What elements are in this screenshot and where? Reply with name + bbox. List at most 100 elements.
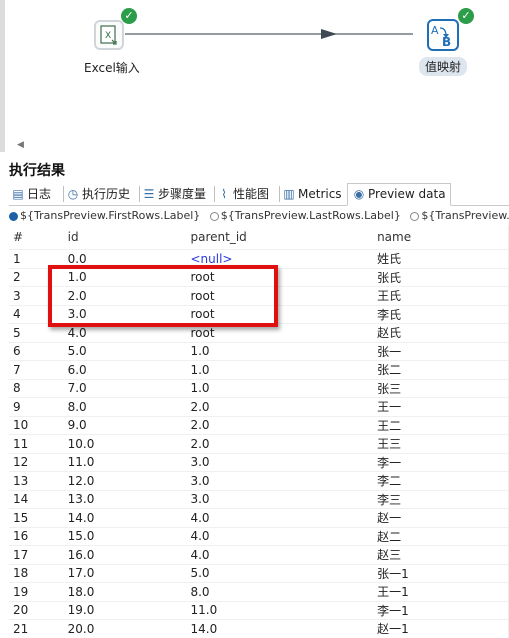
cell-parent-id: 4.0 bbox=[186, 545, 374, 564]
table-row[interactable]: 19 18.0 8.0 王一1 bbox=[9, 582, 509, 601]
tab-log[interactable]: ▤ 日志 bbox=[11, 184, 51, 204]
svg-text:X: X bbox=[105, 31, 111, 41]
table-row[interactable]: 20 19.0 11.0 李一1 bbox=[9, 600, 509, 620]
radio-last-rows[interactable]: ${TransPreview.LastRows.Label} bbox=[209, 209, 401, 221]
cell-parent-id: 3.0 bbox=[186, 471, 374, 490]
radio-other[interactable]: ${TransPreview. bbox=[410, 209, 509, 221]
metrics-icon: ▥ bbox=[283, 187, 295, 201]
row-number: 16 bbox=[9, 526, 64, 546]
cell-name: 张一1 bbox=[373, 563, 509, 583]
radio-label: ${TransPreview.FirstRows.Label} bbox=[20, 209, 201, 221]
row-number: 7 bbox=[9, 360, 64, 379]
step-excel-input[interactable]: X ✓ Excel输入 bbox=[80, 8, 140, 75]
excel-input-icon: X bbox=[94, 20, 124, 50]
cell-name: 李三 bbox=[373, 489, 509, 509]
cell-name: 王一 bbox=[373, 397, 509, 416]
column-header-id[interactable]: id bbox=[64, 225, 187, 250]
cell-id: 20.0 bbox=[63, 619, 187, 638]
tab-label: 执行历史 bbox=[82, 187, 131, 201]
step-value-mapper[interactable]: A B ✓ 值映射 bbox=[415, 8, 475, 78]
tab-label: 日志 bbox=[27, 187, 52, 201]
cell-id: 16.0 bbox=[63, 545, 187, 564]
radio-label: ${TransPreview. bbox=[421, 209, 509, 221]
tab-label: 性能图 bbox=[233, 187, 270, 201]
cell-id: 5.0 bbox=[63, 341, 187, 361]
row-number: 20 bbox=[9, 600, 64, 620]
cell-id: 9.0 bbox=[63, 415, 187, 435]
step-label: 值映射 bbox=[419, 57, 468, 76]
row-number: 13 bbox=[9, 471, 64, 490]
row-number: 11 bbox=[9, 434, 64, 453]
cell-id: 13.0 bbox=[63, 489, 187, 509]
table-header-row: # id parent_id name bbox=[9, 225, 509, 250]
cell-parent-id: 3.0 bbox=[186, 452, 374, 472]
row-number: 8 bbox=[9, 378, 64, 398]
row-number: 10 bbox=[9, 415, 64, 435]
table-row[interactable]: 10 9.0 2.0 王二 bbox=[9, 415, 509, 435]
cell-parent-id: 3.0 bbox=[186, 489, 374, 509]
eye-icon: ◉ bbox=[353, 187, 365, 201]
table-row[interactable]: 14 13.0 3.0 李三 bbox=[9, 489, 509, 509]
table-row[interactable]: 17 16.0 4.0 赵三 bbox=[9, 545, 509, 564]
cell-parent-id: 4.0 bbox=[186, 508, 374, 527]
cell-name: 赵一1 bbox=[373, 619, 509, 638]
table-row[interactable]: 12 11.0 3.0 李一 bbox=[9, 452, 509, 472]
cell-name: 李一1 bbox=[373, 600, 509, 620]
table-row[interactable]: 15 14.0 4.0 赵一 bbox=[9, 508, 509, 527]
cell-name: 王氏 bbox=[373, 286, 509, 305]
row-number: 9 bbox=[9, 397, 64, 416]
radio-first-rows[interactable]: ${TransPreview.FirstRows.Label} bbox=[9, 209, 200, 221]
tab-performance-graph[interactable]: ⌇ 性能图 bbox=[217, 184, 269, 204]
radio-unselected-icon bbox=[410, 211, 420, 221]
hop-arrow[interactable] bbox=[125, 26, 425, 42]
step-label: Excel输入 bbox=[84, 61, 140, 75]
tab-label: Preview data bbox=[368, 187, 446, 201]
tab-preview-data[interactable]: ◉ Preview data bbox=[347, 183, 451, 206]
column-header-rownum[interactable]: # bbox=[9, 225, 64, 250]
row-number: 14 bbox=[9, 489, 64, 509]
success-check-icon: ✓ bbox=[121, 8, 137, 24]
transformation-canvas[interactable]: X ✓ Excel输入 A B ✓ 值映射 ◀ bbox=[0, 0, 509, 152]
column-header-parent-id[interactable]: parent_id bbox=[186, 225, 373, 250]
scroll-left-icon[interactable]: ◀ bbox=[17, 140, 24, 150]
cell-id: 7.0 bbox=[63, 378, 187, 398]
cell-name: 张一 bbox=[373, 341, 509, 361]
success-check-icon: ✓ bbox=[458, 8, 474, 24]
tab-step-metrics[interactable]: ☰ 步骤度量 bbox=[142, 184, 206, 204]
tab-history[interactable]: ◷ 执行历史 bbox=[66, 184, 130, 204]
cell-parent-id: 2.0 bbox=[186, 397, 374, 416]
tab-label: 步骤度量 bbox=[158, 187, 207, 201]
cell-parent-id: 1.0 bbox=[186, 378, 374, 398]
table-row[interactable]: 18 17.0 5.0 张一1 bbox=[9, 563, 509, 583]
cell-id: 10.0 bbox=[63, 434, 187, 453]
results-tabbar: ▤ 日志 ◷ 执行历史 ☰ 步骤度量 ⌇ 性能图 ▥ Metrics ◉ Preview d… bbox=[9, 183, 509, 206]
cell-id: 17.0 bbox=[63, 563, 187, 583]
table-row[interactable]: 11 10.0 2.0 王三 bbox=[9, 434, 509, 453]
column-header-name[interactable]: name bbox=[373, 225, 509, 250]
table-row[interactable]: 8 7.0 1.0 张三 bbox=[9, 378, 509, 398]
cell-parent-id: 5.0 bbox=[186, 563, 374, 583]
radio-unselected-icon bbox=[209, 211, 219, 221]
cell-name: 王三 bbox=[373, 434, 509, 453]
cell-name: 李二 bbox=[373, 471, 509, 490]
radio-selected-icon bbox=[9, 211, 18, 221]
table-row[interactable]: 21 20.0 14.0 赵一1 bbox=[9, 619, 509, 638]
cell-name: 赵一 bbox=[373, 508, 509, 527]
cell-parent-id: 1.0 bbox=[186, 360, 374, 379]
cell-id: 8.0 bbox=[63, 397, 187, 416]
cell-name: 赵氏 bbox=[373, 323, 509, 342]
table-row[interactable]: 13 12.0 3.0 李二 bbox=[9, 471, 509, 490]
cell-parent-id: 1.0 bbox=[186, 341, 374, 361]
cell-parent-id: 4.0 bbox=[186, 526, 374, 546]
table-row[interactable]: 9 8.0 2.0 王一 bbox=[9, 397, 509, 416]
row-number: 12 bbox=[9, 452, 64, 472]
preview-mode-radios: ${TransPreview.FirstRows.Label} ${TransP… bbox=[9, 209, 509, 221]
table-row[interactable]: 7 6.0 1.0 张二 bbox=[9, 360, 509, 379]
cell-name: 李氏 bbox=[373, 304, 509, 324]
tab-metrics[interactable]: ▥ Metrics bbox=[282, 184, 341, 204]
cell-name: 姓氏 bbox=[373, 249, 509, 268]
table-row[interactable]: 16 15.0 4.0 赵二 bbox=[9, 526, 509, 546]
row-number: 15 bbox=[9, 508, 64, 527]
highlight-annotation-box bbox=[48, 265, 278, 327]
table-row[interactable]: 6 5.0 1.0 张一 bbox=[9, 341, 509, 361]
